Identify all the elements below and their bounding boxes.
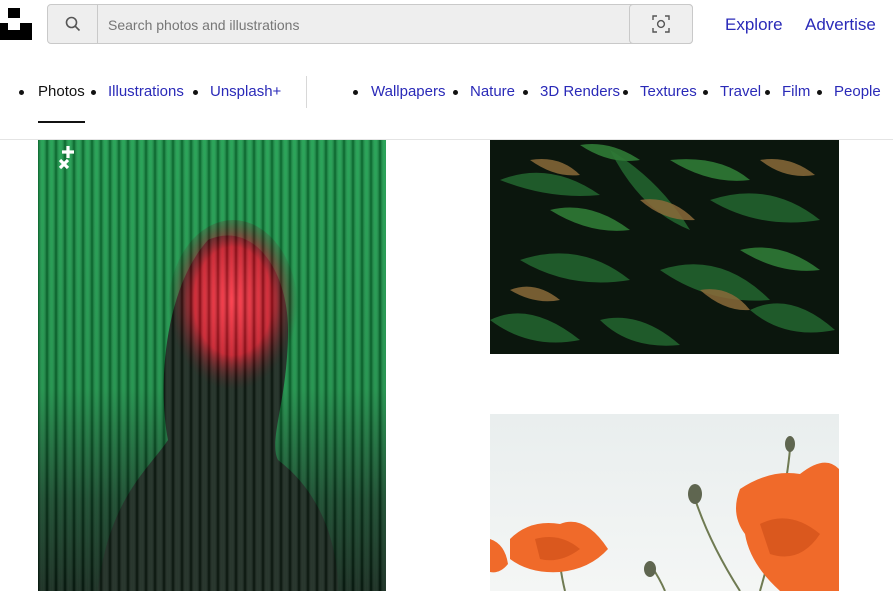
topic-nature[interactable]: Nature xyxy=(470,83,515,100)
search-icon xyxy=(65,16,80,32)
search-bar xyxy=(47,4,693,45)
nav-dot xyxy=(523,90,528,95)
visual-search-button[interactable] xyxy=(629,4,693,44)
nav-dot xyxy=(703,90,708,95)
search-input[interactable] xyxy=(106,5,630,45)
nav-dot xyxy=(193,90,198,95)
active-tab-underline xyxy=(38,121,85,123)
nav-divider xyxy=(306,76,307,108)
topic-travel[interactable]: Travel xyxy=(720,83,761,100)
nav-item-illustrations[interactable]: Illustrations xyxy=(108,83,184,100)
advertise-link[interactable]: Advertise xyxy=(805,15,876,35)
unsplash-logo[interactable] xyxy=(0,8,32,40)
nav-dot xyxy=(817,90,822,95)
photo-portrait[interactable] xyxy=(38,140,386,591)
topic-film[interactable]: Film xyxy=(782,83,810,100)
explore-link[interactable]: Explore xyxy=(725,15,783,35)
nav-item-photos[interactable]: Photos xyxy=(38,83,85,100)
topic-3d-renders[interactable]: 3D Renders xyxy=(540,83,620,100)
topic-textures[interactable]: Textures xyxy=(640,83,697,100)
nav-dot xyxy=(623,90,628,95)
photo-fern-leaves[interactable] xyxy=(490,140,839,354)
category-nav: Photos Illustrations Unsplash+ Wallpaper… xyxy=(0,70,893,140)
visual-search-icon xyxy=(652,15,670,33)
nav-dot xyxy=(91,90,96,95)
nav-item-unsplash-plus[interactable]: Unsplash+ xyxy=(210,83,281,100)
topic-people[interactable]: People xyxy=(834,83,881,100)
nav-dot xyxy=(453,90,458,95)
photo-orange-poppies[interactable] xyxy=(490,414,839,591)
topic-wallpapers[interactable]: Wallpapers xyxy=(371,83,445,100)
nav-dot xyxy=(353,90,358,95)
nav-dot xyxy=(765,90,770,95)
nav-dot xyxy=(19,90,24,95)
search-button[interactable] xyxy=(48,5,98,43)
